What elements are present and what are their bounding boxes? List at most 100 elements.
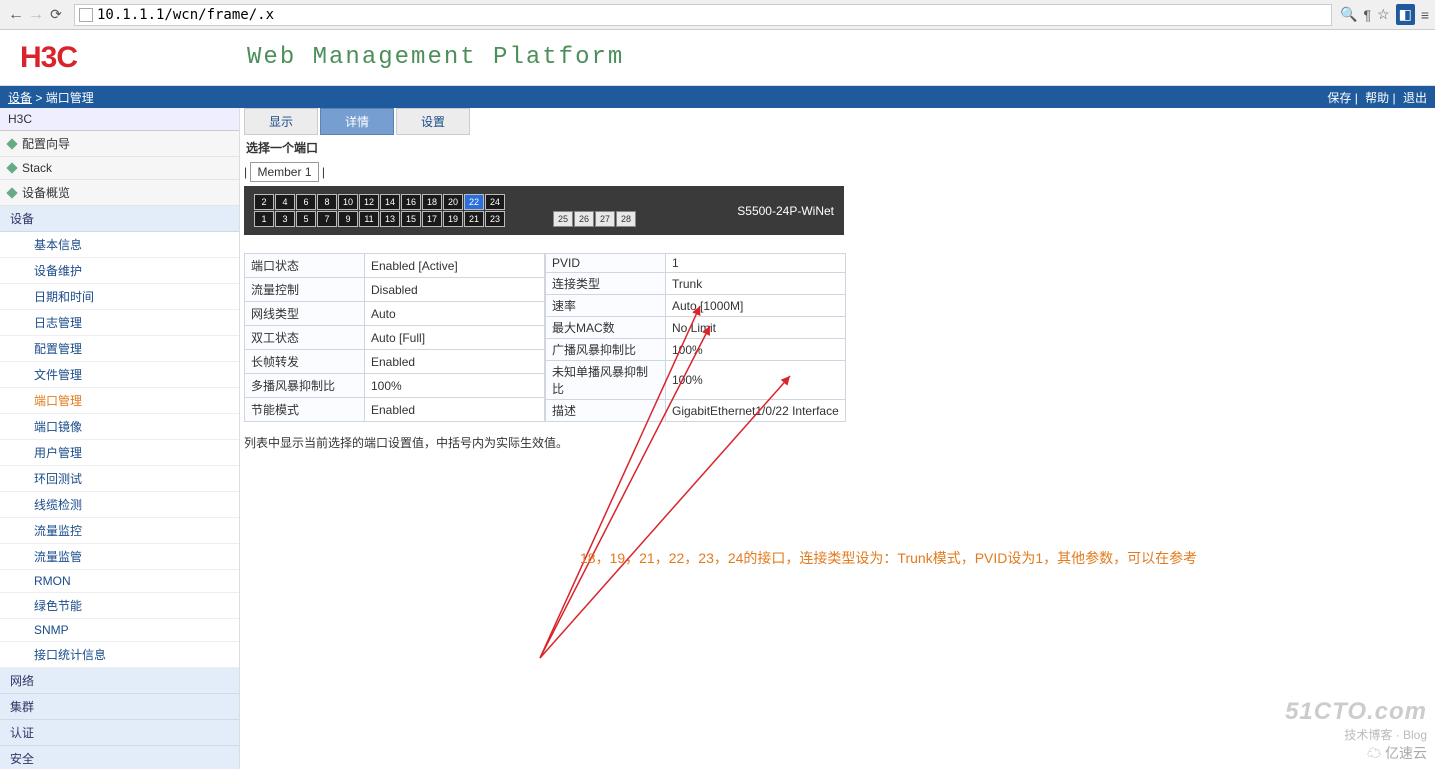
prop-key: 多播风暴抑制比 bbox=[245, 374, 365, 398]
sidebar-section[interactable]: 配置向导 bbox=[0, 131, 239, 157]
key-icon[interactable]: ¶ bbox=[1364, 7, 1372, 23]
sidebar-section[interactable]: 设备概览 bbox=[0, 180, 239, 206]
url-input[interactable] bbox=[97, 7, 1327, 23]
platform-title: Web Management Platform bbox=[247, 44, 624, 71]
sidebar-item[interactable]: 日志管理 bbox=[0, 310, 239, 336]
port-16[interactable]: 16 bbox=[401, 194, 421, 210]
sidebar-item[interactable]: 配置管理 bbox=[0, 336, 239, 362]
menu-icon[interactable]: ≡ bbox=[1421, 7, 1429, 23]
port-12[interactable]: 12 bbox=[359, 194, 379, 210]
port-27[interactable]: 27 bbox=[595, 211, 615, 227]
sidebar-cat[interactable]: 集群 bbox=[0, 694, 239, 720]
prop-key: 未知单播风暴抑制比 bbox=[546, 361, 666, 400]
tab-detail[interactable]: 详情 bbox=[320, 108, 394, 135]
sidebar-item[interactable]: 流量监控 bbox=[0, 518, 239, 544]
port-20[interactable]: 20 bbox=[443, 194, 463, 210]
sidebar-root[interactable]: H3C bbox=[0, 108, 239, 131]
exit-link[interactable]: 退出 bbox=[1403, 91, 1427, 105]
sidebar-item[interactable]: 线缆检测 bbox=[0, 492, 239, 518]
sidebar-item[interactable]: SNMP bbox=[0, 619, 239, 642]
prop-value: No Limit bbox=[666, 317, 846, 339]
sidebar-cat[interactable]: 认证 bbox=[0, 720, 239, 746]
port-18[interactable]: 18 bbox=[422, 194, 442, 210]
sidebar-item[interactable]: 接口统计信息 bbox=[0, 642, 239, 668]
sidebar-item[interactable]: 端口管理 bbox=[0, 388, 239, 414]
port-8[interactable]: 8 bbox=[317, 194, 337, 210]
sidebar-cat-device[interactable]: 设备 bbox=[0, 206, 239, 232]
port-2[interactable]: 2 bbox=[254, 194, 274, 210]
favorite-icon[interactable]: ☆ bbox=[1377, 6, 1390, 23]
page-header: H3C Web Management Platform bbox=[0, 30, 1435, 86]
device-model: S5500-24P-WiNet bbox=[737, 204, 834, 218]
sidebar-item[interactable]: RMON bbox=[0, 570, 239, 593]
port-3[interactable]: 3 bbox=[275, 211, 295, 227]
port-28[interactable]: 28 bbox=[616, 211, 636, 227]
prop-value: 100% bbox=[666, 339, 846, 361]
prop-key: 流量控制 bbox=[245, 278, 365, 302]
browser-actions: 🔍 ¶ ☆ ◧ ≡ bbox=[1340, 4, 1429, 25]
port-10[interactable]: 10 bbox=[338, 194, 358, 210]
prop-key: 端口状态 bbox=[245, 254, 365, 278]
port-19[interactable]: 19 bbox=[443, 211, 463, 227]
prop-key: 网线类型 bbox=[245, 302, 365, 326]
port-23[interactable]: 23 bbox=[485, 211, 505, 227]
save-link[interactable]: 保存 bbox=[1327, 91, 1351, 105]
select-port-title: 选择一个端口 bbox=[246, 139, 1431, 156]
blue-bar: 设备 > 端口管理 保存 | 帮助 | 退出 bbox=[0, 86, 1435, 108]
forward-button[interactable]: → bbox=[26, 5, 46, 25]
prop-key: 长帧转发 bbox=[245, 350, 365, 374]
sidebar-item[interactable]: 绿色节能 bbox=[0, 593, 239, 619]
sidebar: H3C 配置向导Stack设备概览 设备 基本信息设备维护日期和时间日志管理配置… bbox=[0, 108, 240, 769]
help-link[interactable]: 帮助 bbox=[1365, 91, 1389, 105]
port-14[interactable]: 14 bbox=[380, 194, 400, 210]
extension-icon[interactable]: ◧ bbox=[1396, 4, 1415, 25]
port-5[interactable]: 5 bbox=[296, 211, 316, 227]
port-grid: 246810121416182022241357911131517192123 bbox=[254, 194, 547, 227]
prop-value: Enabled bbox=[365, 350, 545, 374]
sidebar-item[interactable]: 流量监管 bbox=[0, 544, 239, 570]
port-1[interactable]: 1 bbox=[254, 211, 274, 227]
prop-key: 连接类型 bbox=[546, 273, 666, 295]
blue-actions: 保存 | 帮助 | 退出 bbox=[1323, 89, 1427, 106]
port-26[interactable]: 26 bbox=[574, 211, 594, 227]
sidebar-cat[interactable]: 网络 bbox=[0, 668, 239, 694]
sidebar-item[interactable]: 文件管理 bbox=[0, 362, 239, 388]
port-21[interactable]: 21 bbox=[464, 211, 484, 227]
port-25[interactable]: 25 bbox=[553, 211, 573, 227]
prop-value: Trunk bbox=[666, 273, 846, 295]
port-15[interactable]: 15 bbox=[401, 211, 421, 227]
port-6[interactable]: 6 bbox=[296, 194, 316, 210]
prop-value: Disabled bbox=[365, 278, 545, 302]
port-13[interactable]: 13 bbox=[380, 211, 400, 227]
port-22[interactable]: 22 bbox=[464, 194, 484, 210]
sidebar-section[interactable]: Stack bbox=[0, 157, 239, 180]
sidebar-item[interactable]: 环回测试 bbox=[0, 466, 239, 492]
prop-key: PVID bbox=[546, 254, 666, 273]
prop-value: GigabitEthernet1/0/22 Interface bbox=[666, 400, 846, 422]
crumb-root[interactable]: 设备 bbox=[8, 91, 32, 105]
port-11[interactable]: 11 bbox=[359, 211, 379, 227]
content: 显示 详情 设置 选择一个端口 | Member 1 | 24681012141… bbox=[240, 108, 1435, 769]
member-tab[interactable]: Member 1 bbox=[250, 162, 318, 182]
reload-button[interactable]: ⟳ bbox=[46, 5, 66, 25]
port-4[interactable]: 4 bbox=[275, 194, 295, 210]
sidebar-item[interactable]: 用户管理 bbox=[0, 440, 239, 466]
tab-settings[interactable]: 设置 bbox=[396, 108, 470, 135]
sidebar-item[interactable]: 设备维护 bbox=[0, 258, 239, 284]
prop-key: 速率 bbox=[546, 295, 666, 317]
sidebar-cat[interactable]: 安全 bbox=[0, 746, 239, 769]
url-bar[interactable] bbox=[74, 4, 1332, 26]
sidebar-item[interactable]: 基本信息 bbox=[0, 232, 239, 258]
sidebar-item[interactable]: 日期和时间 bbox=[0, 284, 239, 310]
prop-value: 100% bbox=[666, 361, 846, 400]
port-7[interactable]: 7 bbox=[317, 211, 337, 227]
crumb-leaf: 端口管理 bbox=[46, 91, 94, 105]
tab-show[interactable]: 显示 bbox=[244, 108, 318, 135]
port-17[interactable]: 17 bbox=[422, 211, 442, 227]
zoom-icon[interactable]: 🔍 bbox=[1340, 6, 1357, 23]
port-9[interactable]: 9 bbox=[338, 211, 358, 227]
back-button[interactable]: ← bbox=[6, 5, 26, 25]
breadcrumb: 设备 > 端口管理 bbox=[8, 89, 1323, 106]
port-24[interactable]: 24 bbox=[485, 194, 505, 210]
sidebar-item[interactable]: 端口镜像 bbox=[0, 414, 239, 440]
